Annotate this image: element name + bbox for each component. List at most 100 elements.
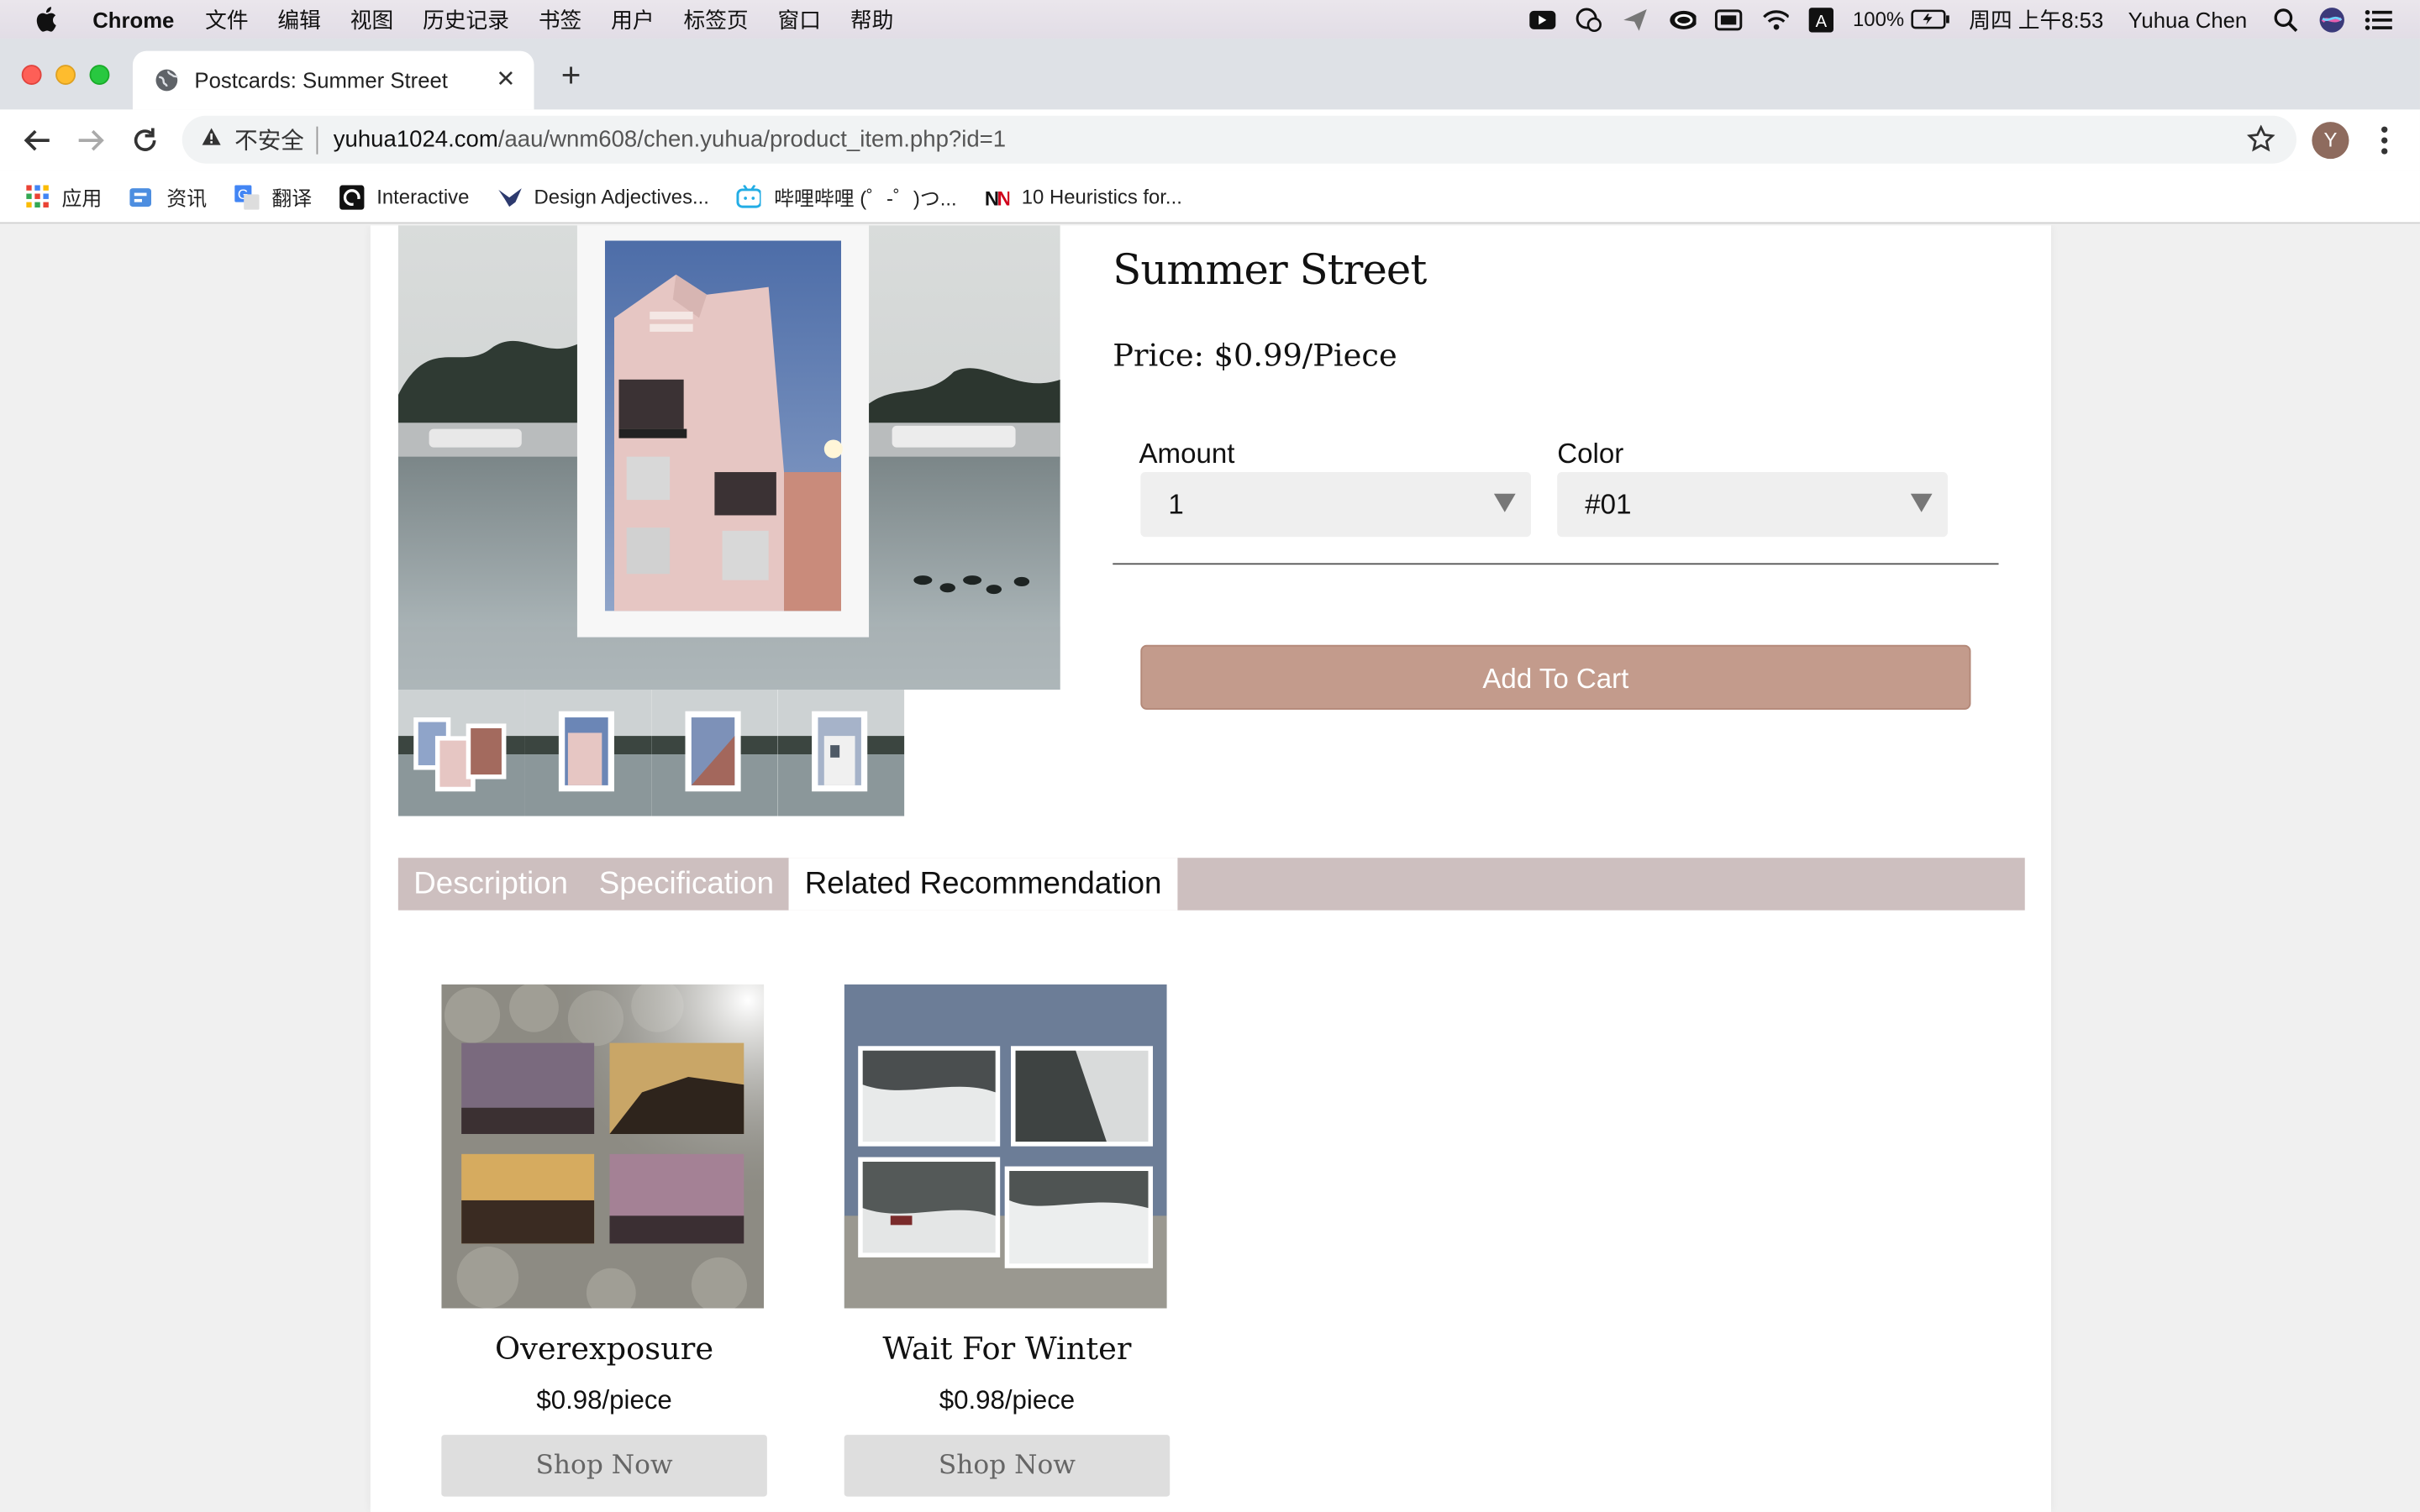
related-name[interactable]: Overexposure <box>441 1330 767 1367</box>
page-viewport[interactable]: Summer Street Price: $0.99/Piece Amount … <box>0 225 2420 1512</box>
tab-close-icon[interactable]: ✕ <box>496 65 515 92</box>
not-secure-label[interactable]: 不安全 <box>234 123 304 156</box>
menu-history[interactable]: 历史记录 <box>423 4 509 35</box>
display-icon[interactable] <box>1714 7 1742 31</box>
color-label: Color <box>1557 438 1624 470</box>
menu-file[interactable]: 文件 <box>205 4 248 35</box>
menu-app-name[interactable]: Chrome <box>92 7 174 31</box>
translate-icon: G <box>234 184 260 209</box>
bookmark-label: 翻译 <box>271 186 313 210</box>
spotlight-search-icon[interactable] <box>2272 7 2300 32</box>
news-icon <box>129 184 154 208</box>
amount-selected-value: 1 <box>1168 489 1184 520</box>
thumbnail-4[interactable] <box>777 690 905 816</box>
tab-related-recommendation[interactable]: Related Recommendation <box>789 858 1177 911</box>
bilibili-icon <box>737 184 762 208</box>
menu-tab[interactable]: 标签页 <box>683 4 748 35</box>
tab-specification[interactable]: Specification <box>583 858 789 910</box>
window-maximize-button[interactable] <box>89 65 110 86</box>
related-image-wait-for-winter[interactable] <box>844 984 1167 1309</box>
bookmark-star-icon[interactable] <box>2246 124 2275 159</box>
form-divider <box>1113 563 1999 565</box>
siri-icon[interactable] <box>2318 7 2346 32</box>
notification-center-icon[interactable] <box>2365 7 2392 31</box>
amount-select[interactable]: 1 <box>1140 472 1532 538</box>
amount-label: Amount <box>1139 438 1235 470</box>
browser-tab-strip: Postcards: Summer Street ✕ + <box>0 38 2420 110</box>
thumbnail-strip <box>397 690 906 816</box>
dropdown-arrow-icon <box>1493 493 1516 512</box>
bookmark-label: 10 Heuristics for... <box>1021 185 1182 208</box>
chat-bubble-icon[interactable] <box>1575 7 1602 32</box>
new-tab-plus-icon[interactable]: + <box>555 58 587 92</box>
product-main-image[interactable] <box>397 225 1060 690</box>
related-price: $0.98/piece <box>939 1385 1076 1415</box>
menu-edit[interactable]: 编辑 <box>277 4 320 35</box>
menu-people[interactable]: 用户 <box>611 4 654 35</box>
menu-window[interactable]: 窗口 <box>778 4 821 35</box>
reload-icon[interactable] <box>127 122 164 159</box>
macos-menubar: Chrome 文件 编辑 视图 历史记录 书签 用户 标签页 窗口 帮助 A 1… <box>0 0 2420 39</box>
menubar-clock[interactable]: 周四 上午8:53 <box>1969 4 2103 35</box>
related-card-wait-for-winter: Wait For Winter $0.98/piece Shop Now <box>844 984 1171 1497</box>
profile-avatar[interactable]: Y <box>2312 122 2349 160</box>
dropdown-arrow-icon <box>1910 493 1933 512</box>
screen: Chrome 文件 编辑 视图 历史记录 书签 用户 标签页 窗口 帮助 A 1… <box>0 0 2420 1512</box>
menu-bookmarks[interactable]: 书签 <box>539 4 581 35</box>
product-title: Summer Street <box>1113 246 1427 295</box>
product-page: Summer Street Price: $0.99/Piece Amount … <box>370 225 2051 1512</box>
browser-tab-active[interactable]: Postcards: Summer Street ✕ <box>132 50 534 110</box>
input-source-icon[interactable]: A <box>1807 7 1834 32</box>
add-to-cart-button[interactable]: Add To Cart <box>1140 644 1971 710</box>
forward-arrow-icon[interactable] <box>72 122 109 159</box>
window-minimize-button[interactable] <box>55 65 76 86</box>
browser-toolbar: 不安全 yuhua1024.com/aau/wnm608/chen.yuhua/… <box>0 109 2420 171</box>
bookmark-design-adjectives[interactable]: Design Adjectives... <box>497 184 709 208</box>
product-price: Price: $0.99/Piece <box>1113 336 1397 374</box>
related-card-overexposure: Overexposure $0.98/piece Shop Now <box>441 984 767 1497</box>
url-host: yuhua1024.com <box>333 126 498 153</box>
interactive-icon <box>339 184 365 209</box>
warning-triangle-icon[interactable] <box>201 127 223 153</box>
menu-view[interactable]: 视图 <box>350 4 393 35</box>
bookmark-interactive[interactable]: Interactive <box>339 184 470 209</box>
thumbnail-1[interactable] <box>397 690 525 816</box>
bookmark-label: Interactive <box>376 185 470 208</box>
thumbnail-3[interactable] <box>651 690 778 816</box>
send-icon[interactable] <box>1622 7 1649 31</box>
video-camera-icon[interactable] <box>1528 7 1556 31</box>
bookmark-apps[interactable]: 应用 <box>24 182 102 212</box>
wifi-icon[interactable] <box>1760 7 1788 31</box>
related-price: $0.98/piece <box>536 1385 672 1415</box>
related-image-overexposure[interactable] <box>441 984 765 1309</box>
thumbnail-2[interactable] <box>524 690 652 816</box>
back-arrow-icon[interactable] <box>18 122 55 159</box>
menu-help[interactable]: 帮助 <box>850 4 893 35</box>
tab-description[interactable]: Description <box>398 858 583 910</box>
bookmark-label: 哔哩哔哩 (゜-゜)つ... <box>774 186 957 210</box>
url-path: /aau/wnm608/chen.yuhua/product_item.php?… <box>497 126 1007 153</box>
apps-grid-icon <box>24 184 49 208</box>
color-select[interactable]: #01 <box>1557 472 1948 538</box>
bookmark-bilibili[interactable]: 哔哩哔哩 (゜-゜)つ... <box>737 182 957 212</box>
window-close-button[interactable] <box>21 65 42 86</box>
bookmark-label: Design Adjectives... <box>534 185 709 208</box>
menubar-username[interactable]: Yuhua Chen <box>2128 7 2248 31</box>
apple-logo-icon[interactable] <box>34 5 61 33</box>
address-bar[interactable]: 不安全 yuhua1024.com/aau/wnm608/chen.yuhua/… <box>182 115 2297 164</box>
related-name[interactable]: Wait For Winter <box>844 1330 1171 1367</box>
tab-title: Postcards: Summer Street <box>194 67 448 93</box>
bookmark-label: 资讯 <box>166 186 208 210</box>
more-options-kebab-icon[interactable] <box>2374 122 2396 159</box>
bookmark-news[interactable]: 资讯 <box>129 182 207 212</box>
bookmark-heuristics[interactable]: NN 10 Heuristics for... <box>985 184 1182 208</box>
shop-now-button[interactable]: Shop Now <box>844 1435 1171 1497</box>
bird-icon <box>497 184 522 208</box>
battery-icon[interactable] <box>1910 7 1950 31</box>
bookmark-translate[interactable]: G 翻译 <box>234 182 312 212</box>
nn-icon: NN <box>985 184 1009 208</box>
creative-cloud-icon[interactable] <box>1668 7 1696 31</box>
bookmark-label: 应用 <box>61 186 103 210</box>
bookmarks-bar: 应用 资讯 G 翻译 Interactive Design Adjectives… <box>0 171 2420 224</box>
shop-now-button[interactable]: Shop Now <box>441 1435 767 1497</box>
